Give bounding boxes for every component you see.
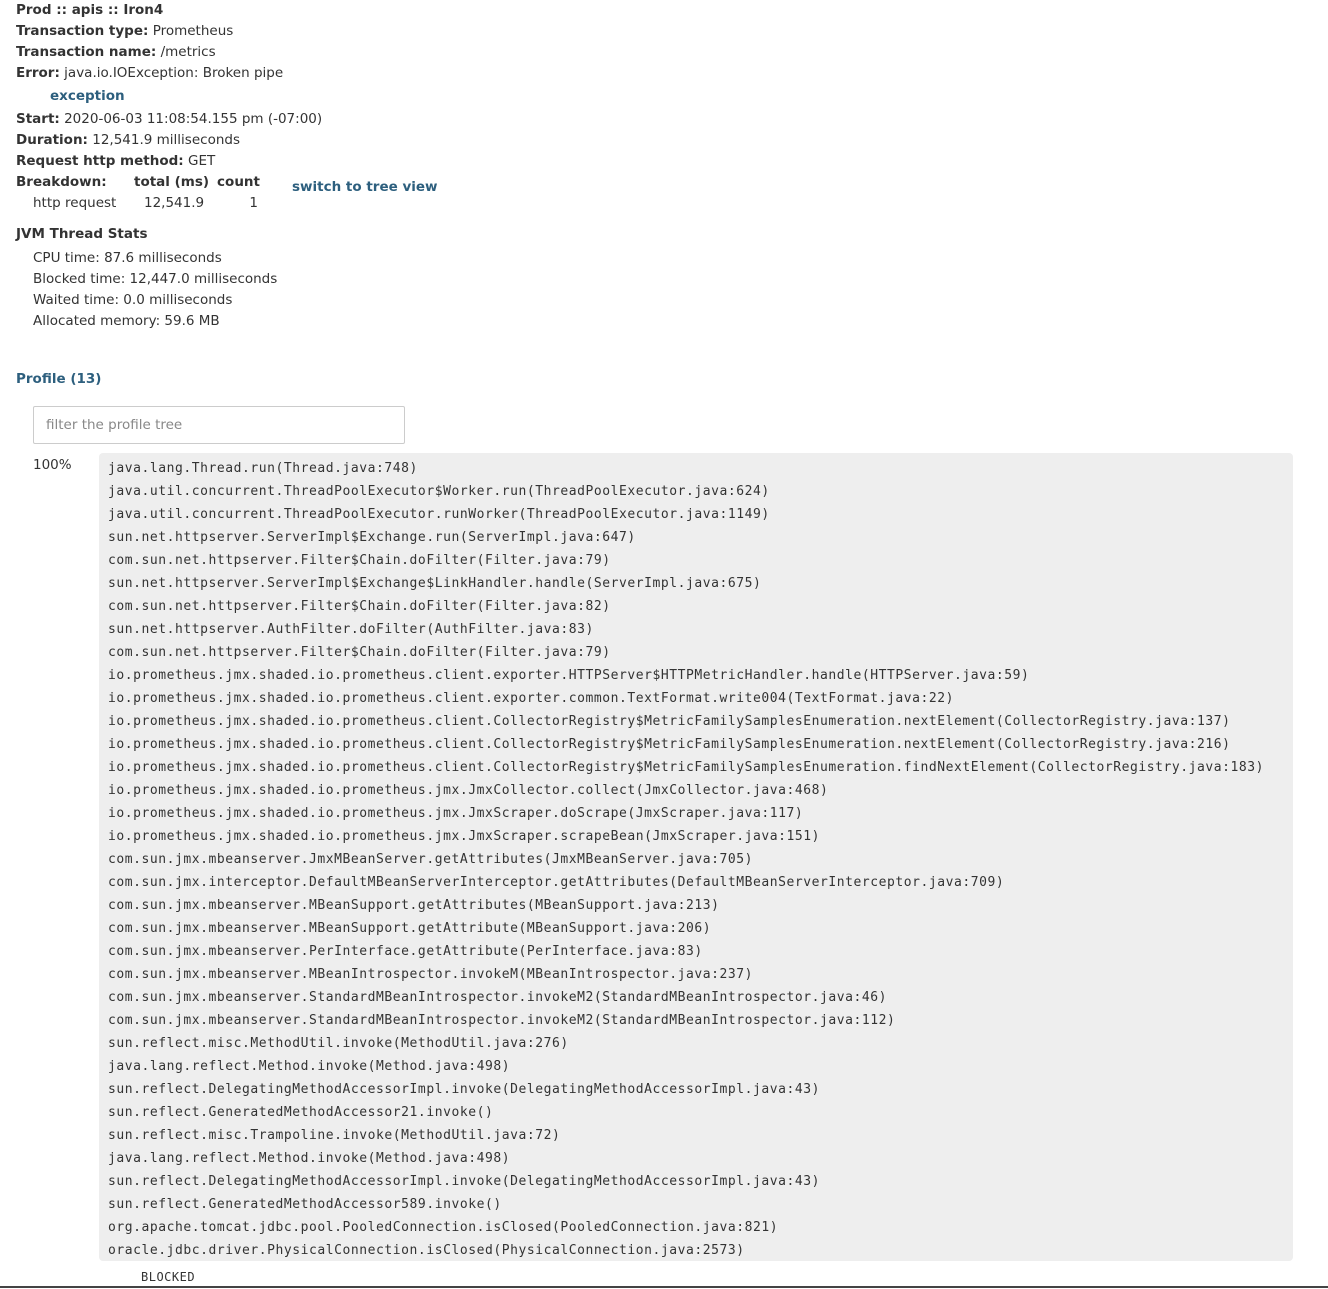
switch-view-row: switch to tree view xyxy=(292,177,438,198)
thread-state-label: BLOCKED xyxy=(141,1270,196,1284)
profile-frame[interactable]: oracle.jdbc.driver.PhysicalConnection.is… xyxy=(108,1239,1293,1261)
profile-frame[interactable]: io.prometheus.jmx.shaded.io.prometheus.j… xyxy=(108,825,1293,848)
profile-frame[interactable]: sun.reflect.GeneratedMethodAccessor589.i… xyxy=(108,1193,1293,1216)
profile-frame[interactable]: sun.reflect.DelegatingMethodAccessorImpl… xyxy=(108,1078,1293,1101)
duration-label: Duration: xyxy=(16,132,88,148)
profile-frame[interactable]: sun.net.httpserver.ServerImpl$Exchange$L… xyxy=(108,572,1293,595)
breakdown-row-total: 12,541.9 xyxy=(144,195,205,211)
exception-row: exception xyxy=(50,86,125,107)
http-method-row: Request http method: GET xyxy=(16,151,215,172)
jvm-thread-stats-title: JVM Thread Stats xyxy=(16,226,148,242)
profile-frame[interactable]: io.prometheus.jmx.shaded.io.prometheus.j… xyxy=(108,779,1293,802)
http-method-label: Request http method: xyxy=(16,153,184,169)
transaction-type-row: Transaction type: Prometheus xyxy=(16,21,233,42)
breakdown-col-count: count xyxy=(217,174,260,190)
jvm-allocated-memory: Allocated memory: 59.6 MB xyxy=(33,313,220,329)
profile-toggle-link[interactable]: Profile (13) xyxy=(16,371,101,387)
profile-percent: 100% xyxy=(33,457,72,473)
profile-frame[interactable]: com.sun.jmx.interceptor.DefaultMBeanServ… xyxy=(108,871,1293,894)
profile-frame[interactable]: sun.reflect.misc.Trampoline.invoke(Metho… xyxy=(108,1124,1293,1147)
profile-header: Profile (13) xyxy=(16,369,101,390)
duration-row: Duration: 12,541.9 milliseconds xyxy=(16,130,240,151)
profile-frame[interactable]: sun.reflect.GeneratedMethodAccessor21.in… xyxy=(108,1101,1293,1124)
profile-frame[interactable]: com.sun.jmx.mbeanserver.MBeanSupport.get… xyxy=(108,917,1293,940)
profile-frame[interactable]: sun.net.httpserver.ServerImpl$Exchange.r… xyxy=(108,526,1293,549)
exception-link[interactable]: exception xyxy=(50,88,125,104)
profile-frame[interactable]: java.lang.Thread.run(Thread.java:748) xyxy=(108,457,1293,480)
profile-frame[interactable]: sun.reflect.misc.MethodUtil.invoke(Metho… xyxy=(108,1032,1293,1055)
profile-frame[interactable]: io.prometheus.jmx.shaded.io.prometheus.j… xyxy=(108,802,1293,825)
http-method-value: GET xyxy=(187,153,216,169)
profile-frame[interactable]: io.prometheus.jmx.shaded.io.prometheus.c… xyxy=(108,687,1293,710)
error-row: Error: java.io.IOException: Broken pipe xyxy=(16,63,283,84)
breakdown-row-count: 1 xyxy=(249,195,258,211)
profile-frame[interactable]: sun.reflect.DelegatingMethodAccessorImpl… xyxy=(108,1170,1293,1193)
profile-frame[interactable]: java.lang.reflect.Method.invoke(Method.j… xyxy=(108,1147,1293,1170)
transaction-name-value: /metrics xyxy=(160,44,216,60)
profile-frame[interactable]: com.sun.jmx.mbeanserver.JmxMBeanServer.g… xyxy=(108,848,1293,871)
profile-frame[interactable]: com.sun.jmx.mbeanserver.StandardMBeanInt… xyxy=(108,1009,1293,1032)
profile-frame[interactable]: com.sun.jmx.mbeanserver.StandardMBeanInt… xyxy=(108,986,1293,1009)
profile-frame[interactable]: com.sun.jmx.mbeanserver.MBeanSupport.get… xyxy=(108,894,1293,917)
breakdown-row-name: http request xyxy=(33,195,117,211)
profile-frame[interactable]: sun.net.httpserver.AuthFilter.doFilter(A… xyxy=(108,618,1293,641)
jvm-blocked-time: Blocked time: 12,447.0 milliseconds xyxy=(33,271,278,287)
error-value: java.io.IOException: Broken pipe xyxy=(64,65,284,81)
profile-frame[interactable]: io.prometheus.jmx.shaded.io.prometheus.c… xyxy=(108,664,1293,687)
profile-frame[interactable]: com.sun.net.httpserver.Filter$Chain.doFi… xyxy=(108,641,1293,664)
profile-frame[interactable]: io.prometheus.jmx.shaded.io.prometheus.c… xyxy=(108,733,1293,756)
profile-filter-input[interactable] xyxy=(33,406,405,444)
profile-frame[interactable]: java.lang.reflect.Method.invoke(Method.j… xyxy=(108,1055,1293,1078)
duration-value: 12,541.9 milliseconds xyxy=(92,132,240,148)
transaction-type-label: Transaction type: xyxy=(16,23,149,39)
profile-frame[interactable]: com.sun.jmx.mbeanserver.PerInterface.get… xyxy=(108,940,1293,963)
profile-frame[interactable]: io.prometheus.jmx.shaded.io.prometheus.c… xyxy=(108,756,1293,779)
profile-frame[interactable]: com.sun.jmx.mbeanserver.MBeanIntrospecto… xyxy=(108,963,1293,986)
profile-frame[interactable]: com.sun.net.httpserver.Filter$Chain.doFi… xyxy=(108,549,1293,572)
profile-frame[interactable]: java.util.concurrent.ThreadPoolExecutor.… xyxy=(108,503,1293,526)
breakdown-header-row: Breakdown: total (ms) count xyxy=(16,172,260,193)
transaction-type-value: Prometheus xyxy=(152,23,234,39)
breakdown-label: Breakdown: xyxy=(16,174,107,190)
page-title: Prod :: apis :: Iron4 xyxy=(16,2,164,18)
profile-frame[interactable]: io.prometheus.jmx.shaded.io.prometheus.c… xyxy=(108,710,1293,733)
start-label: Start: xyxy=(16,111,60,127)
bottom-divider xyxy=(0,1286,1328,1288)
jvm-cpu-time: CPU time: 87.6 milliseconds xyxy=(33,250,222,266)
breakdown-col-total: total (ms) xyxy=(134,174,210,190)
profile-frame[interactable]: com.sun.net.httpserver.Filter$Chain.doFi… xyxy=(108,595,1293,618)
profile-frame[interactable]: java.util.concurrent.ThreadPoolExecutor$… xyxy=(108,480,1293,503)
breakdown-table: Breakdown: total (ms) count http request… xyxy=(16,172,260,214)
start-value: 2020-06-03 11:08:54.155 pm (-07:00) xyxy=(64,111,323,127)
profile-tree: java.lang.Thread.run(Thread.java:748) jav… xyxy=(99,453,1293,1261)
breakdown-row: http request 12,541.9 1 xyxy=(16,193,260,214)
profile-frame[interactable]: org.apache.tomcat.jdbc.pool.PooledConnec… xyxy=(108,1216,1293,1239)
jvm-waited-time: Waited time: 0.0 milliseconds xyxy=(33,292,233,308)
error-label: Error: xyxy=(16,65,60,81)
switch-to-tree-view-link[interactable]: switch to tree view xyxy=(292,179,438,195)
transaction-name-row: Transaction name: /metrics xyxy=(16,42,216,63)
start-row: Start: 2020-06-03 11:08:54.155 pm (-07:0… xyxy=(16,109,322,130)
transaction-name-label: Transaction name: xyxy=(16,44,157,60)
